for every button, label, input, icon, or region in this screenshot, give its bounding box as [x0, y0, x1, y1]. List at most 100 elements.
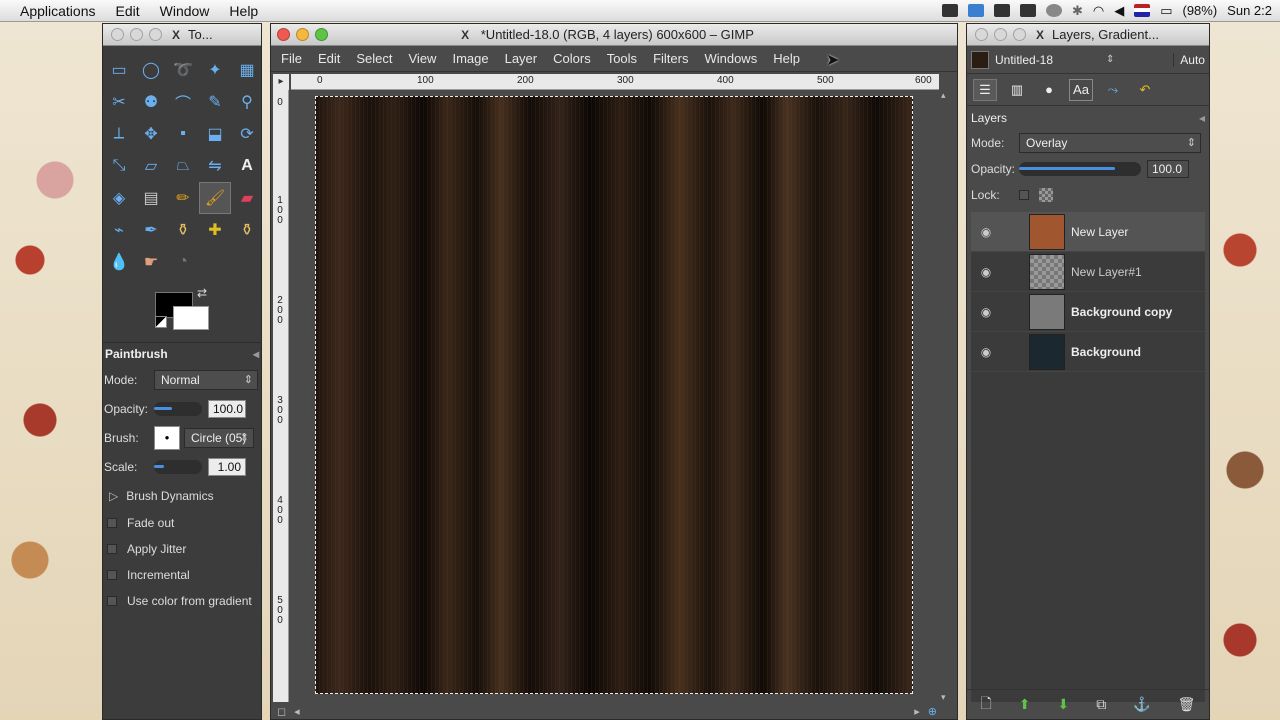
vertical-scrollbar[interactable]: ▴ ▾	[941, 90, 951, 702]
minimize-button[interactable]	[130, 28, 143, 41]
scroll-up-icon[interactable]: ▴	[941, 90, 951, 100]
zoom-button[interactable]	[1013, 28, 1026, 41]
default-colors-icon[interactable]	[155, 316, 167, 328]
menu-filters[interactable]: Filters	[645, 51, 696, 66]
scroll-left-icon[interactable]: ◂	[294, 705, 300, 718]
shear-icon[interactable]: ▱	[135, 150, 167, 182]
panel-menu-icon[interactable]: ◂	[1199, 111, 1205, 125]
menu-colors[interactable]: Colors	[545, 51, 599, 66]
measure-icon[interactable]: ⟂	[103, 118, 135, 150]
layers-tab-icon[interactable]: ☰	[973, 78, 997, 101]
briefcase-icon[interactable]	[993, 4, 1010, 17]
checkbox[interactable]	[107, 596, 117, 606]
airbrush-icon[interactable]: ⌁	[103, 214, 135, 246]
auto-button[interactable]: Auto	[1173, 52, 1205, 67]
free-select-icon[interactable]: ➰	[167, 54, 199, 86]
close-button[interactable]	[111, 28, 124, 41]
undo-history-tab-icon[interactable]: ↶	[1133, 79, 1157, 101]
eye-icon[interactable]: ◉	[971, 345, 1001, 359]
brush-select[interactable]: Circle (05)	[184, 427, 254, 448]
rotate-icon[interactable]: ⟳	[231, 118, 263, 150]
layers-titlebar[interactable]: X Layers, Gradient...	[967, 24, 1209, 46]
layer-opacity-value[interactable]: 100.0	[1147, 160, 1189, 178]
perspective-icon[interactable]: ⏢	[167, 150, 199, 182]
incremental-check[interactable]: Incremental	[103, 562, 261, 588]
scale-icon[interactable]: ⤡	[103, 150, 135, 182]
layer-row[interactable]: ◉ New Layer#1	[971, 252, 1205, 292]
brushes-tab-icon[interactable]: ●	[1037, 79, 1061, 101]
raise-layer-icon[interactable]: ⬆	[1019, 696, 1031, 713]
zoom-button[interactable]	[315, 28, 328, 41]
fade-out-check[interactable]: Fade out	[103, 510, 261, 536]
quick-mask-corner[interactable]: ▸	[273, 74, 289, 90]
scissors-icon[interactable]: ✂	[103, 86, 135, 118]
perspective-clone-icon[interactable]: ⚱	[231, 214, 263, 246]
volume-icon[interactable]: ◀	[1114, 3, 1124, 19]
fuzzy-select-icon[interactable]: ✦	[199, 54, 231, 86]
menu-window[interactable]: Window	[150, 3, 220, 19]
scroll-right-icon[interactable]: ▸	[914, 705, 920, 718]
color-picker-icon[interactable]: ✎	[199, 86, 231, 118]
foreground-select-icon[interactable]: ⚉	[135, 86, 167, 118]
apply-jitter-check[interactable]: Apply Jitter	[103, 536, 261, 562]
brush-preview[interactable]: ●	[154, 425, 180, 450]
input-flag-icon[interactable]	[1134, 4, 1151, 17]
gradient-color-check[interactable]: Use color from gradient	[103, 588, 261, 614]
image-selector[interactable]: Untitled-18 ⇕ Auto	[967, 46, 1209, 74]
paths-tab-icon[interactable]: ⤳	[1101, 79, 1125, 101]
mode-select[interactable]: Normal	[154, 369, 258, 390]
checkbox[interactable]	[107, 570, 117, 580]
lock-pixels-checkbox[interactable]	[1019, 190, 1029, 200]
gradients-tab-icon[interactable]: ▥	[1005, 79, 1029, 101]
swap-colors-icon[interactable]: ⇄	[197, 286, 207, 300]
clone-icon[interactable]: ⚱	[167, 214, 199, 246]
layer-row[interactable]: ◉ Background	[971, 332, 1205, 372]
close-button[interactable]	[975, 28, 988, 41]
clock[interactable]: Sun 2:2	[1227, 3, 1272, 18]
delete-layer-icon[interactable]: 🗑	[1178, 696, 1196, 713]
bluetooth-icon[interactable]: ✱	[1072, 3, 1083, 19]
dodge-burn-icon[interactable]: ◔	[167, 246, 199, 278]
layer-row[interactable]: ◉ Background copy	[971, 292, 1205, 332]
battery-icon[interactable]: ▭	[1160, 3, 1172, 19]
opacity-value[interactable]: 100.0	[208, 399, 246, 418]
menu-applications[interactable]: Applications	[0, 3, 106, 19]
scale-value[interactable]: 1.00	[208, 457, 246, 476]
minimize-button[interactable]	[994, 28, 1007, 41]
select-by-color-icon[interactable]: ▦	[231, 54, 263, 86]
flip-icon[interactable]: ⇋	[199, 150, 231, 182]
image-canvas[interactable]	[315, 96, 913, 694]
lock-alpha-icon[interactable]	[1039, 188, 1053, 202]
menu-image[interactable]: Image	[444, 51, 496, 66]
time-machine-icon[interactable]	[1045, 4, 1062, 17]
blur-icon[interactable]: 💧	[103, 246, 135, 278]
rect-select-icon[interactable]: ▭	[103, 54, 135, 86]
toolbox-titlebar[interactable]: X To...	[103, 24, 261, 46]
lower-layer-icon[interactable]: ⬇	[1058, 696, 1070, 713]
menu-tools[interactable]: Tools	[599, 51, 645, 66]
anchor-layer-icon[interactable]: ⚓	[1133, 696, 1150, 713]
text-icon[interactable]: A	[231, 150, 263, 182]
align-icon[interactable]: ⬓	[199, 118, 231, 150]
background-color[interactable]	[173, 306, 209, 330]
brush-dynamics-row[interactable]: ▷ Brush Dynamics	[103, 481, 261, 510]
image-titlebar[interactable]: X *Untitled-18.0 (RGB, 4 layers) 600x600…	[271, 24, 957, 46]
camera-icon[interactable]	[941, 4, 958, 17]
eye-icon[interactable]: ◉	[971, 305, 1001, 319]
minimize-button[interactable]	[296, 28, 309, 41]
expander-icon[interactable]: ▷	[109, 489, 118, 503]
opacity-slider[interactable]	[154, 401, 202, 416]
layer-opacity-slider[interactable]	[1019, 162, 1141, 176]
menu-file[interactable]: File	[271, 51, 310, 66]
heal-icon[interactable]: ✚	[199, 214, 231, 246]
new-layer-icon[interactable]: 🗋	[981, 693, 992, 717]
navigate-icon[interactable]: ◻	[277, 705, 286, 718]
checkbox[interactable]	[107, 518, 117, 528]
menu-edit[interactable]: Edit	[310, 51, 348, 66]
layer-row[interactable]: ◉ New Layer	[971, 212, 1205, 252]
chevron-updown-icon[interactable]: ⇕	[1106, 54, 1114, 65]
checkbox[interactable]	[107, 544, 117, 554]
cloud-icon[interactable]	[1019, 4, 1036, 17]
wifi-icon[interactable]: ◠	[1093, 3, 1104, 19]
menu-select[interactable]: Select	[348, 51, 400, 66]
